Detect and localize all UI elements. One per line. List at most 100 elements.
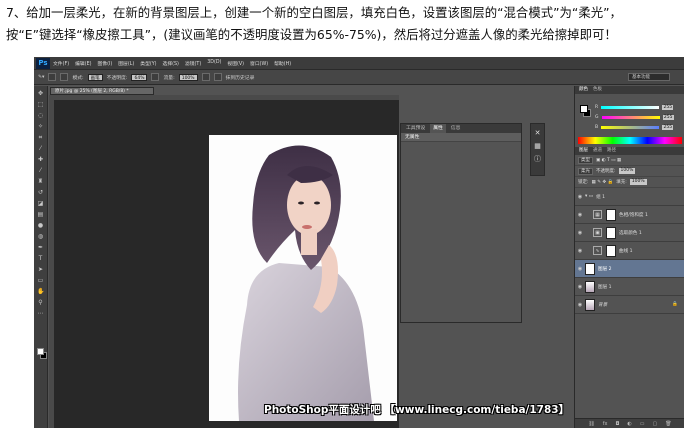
- layer-kind-filter[interactable]: 类型: [578, 156, 593, 164]
- healing-tool-icon[interactable]: ✚: [37, 156, 44, 163]
- menu-3d[interactable]: 3D(D): [207, 60, 221, 67]
- type-tool-icon[interactable]: T: [37, 255, 44, 262]
- red-value[interactable]: 255: [662, 104, 674, 110]
- menu-help[interactable]: 帮助(H): [274, 60, 291, 67]
- lock-icons[interactable]: ▦ ✎ ✥ 🔒: [592, 180, 614, 185]
- menu-select[interactable]: 选择(S): [163, 60, 179, 67]
- crop-tool-icon[interactable]: ⌗: [37, 134, 44, 141]
- visibility-eye-icon[interactable]: ◉: [575, 230, 585, 236]
- eraser-tool-icon[interactable]: ◪: [37, 200, 44, 207]
- eyedropper-tool-icon[interactable]: ⁄: [37, 145, 44, 152]
- layer-row-background[interactable]: ◉ 背景 🔒: [575, 296, 684, 314]
- blue-value[interactable]: 255: [662, 124, 674, 130]
- blue-slider[interactable]: [601, 125, 660, 129]
- tab-info[interactable]: 信息: [451, 124, 461, 133]
- info-panel-icon[interactable]: ⓘ: [534, 155, 542, 163]
- brush-panel-icon[interactable]: [60, 73, 69, 81]
- menu-type[interactable]: 类型(Y): [140, 60, 156, 67]
- layer-opacity-field[interactable]: 100%: [618, 168, 636, 174]
- history-brush-tool-icon[interactable]: ↺: [37, 189, 44, 196]
- right-panels: 颜色 色板 R 255 G 255 B 255 图层 通道 路径 类型 ▣ ◐ …: [574, 86, 684, 428]
- tab-properties[interactable]: 属性: [430, 124, 446, 133]
- menu-edit[interactable]: 编辑(E): [75, 60, 91, 67]
- flow-field[interactable]: 100%: [178, 73, 198, 81]
- tools-collapse-icon[interactable]: ✕: [534, 129, 542, 137]
- new-group-icon[interactable]: ▭: [640, 421, 645, 427]
- adjustment-layer-icon[interactable]: ◐: [627, 421, 631, 427]
- visibility-eye-icon[interactable]: ◉: [575, 284, 585, 290]
- pen-tool-icon[interactable]: ✒: [37, 244, 44, 251]
- visibility-eye-icon[interactable]: ◉: [575, 212, 585, 218]
- gradient-tool-icon[interactable]: ▤: [37, 211, 44, 218]
- layer-row-layer-2[interactable]: ◉ 图层 2: [575, 260, 684, 278]
- filter-icons[interactable]: ▣ ◐ T ▭ ▦: [596, 158, 621, 163]
- marquee-tool-icon[interactable]: ⬚: [37, 101, 44, 108]
- fill-field[interactable]: 100%: [629, 179, 647, 185]
- horizontal-ruler: [49, 95, 399, 100]
- brush-preset-button[interactable]: [48, 73, 57, 81]
- layer-row-selective-color[interactable]: ◉ ▣ 选取颜色 1: [575, 224, 684, 242]
- lasso-tool-icon[interactable]: ◌: [37, 112, 44, 119]
- color-spectrum[interactable]: [578, 137, 682, 144]
- red-slider[interactable]: [601, 105, 660, 109]
- move-tool-icon[interactable]: ✥: [37, 90, 44, 97]
- delete-layer-icon[interactable]: 🗑: [665, 421, 671, 427]
- foreground-color-swatch[interactable]: [37, 348, 44, 355]
- new-layer-icon[interactable]: ▢: [653, 421, 658, 427]
- clone-stamp-tool-icon[interactable]: ♜: [37, 178, 44, 185]
- layer-row-layer-1[interactable]: ◉ 图层 1: [575, 278, 684, 296]
- menu-filter[interactable]: 滤镜(T): [185, 60, 201, 67]
- workspace-select[interactable]: 基本功能: [628, 73, 670, 81]
- tab-paths[interactable]: 路径: [607, 147, 616, 155]
- layer-mask-thumb[interactable]: [606, 208, 616, 221]
- tool-more-icon[interactable]: ⋯: [37, 310, 44, 317]
- curves-icon: ∿: [593, 246, 602, 255]
- watermark-text: PhotoShop平面设计吧 【www.linecg.com/tieba/178…: [264, 404, 570, 416]
- color-panel-foreground-swatch[interactable]: [580, 105, 588, 113]
- visibility-eye-icon[interactable]: ◉: [575, 248, 585, 254]
- opacity-field[interactable]: 64%: [131, 73, 148, 81]
- document-tab[interactable]: 原片.jpg @ 25% (图层 2, RGB/8) *: [50, 87, 154, 95]
- visibility-eye-icon[interactable]: ◉: [575, 302, 585, 308]
- link-layers-icon[interactable]: ⛓: [588, 421, 594, 427]
- visibility-eye-icon[interactable]: ◉: [575, 266, 585, 272]
- quick-select-tool-icon[interactable]: ✧: [37, 123, 44, 130]
- layer-mask-thumb[interactable]: [606, 226, 616, 239]
- erase-history-checkbox[interactable]: [213, 73, 222, 81]
- tab-swatches[interactable]: 色板: [593, 86, 602, 94]
- layer-group-row[interactable]: ◉ ▾ ▭ 组 1: [575, 188, 684, 206]
- tab-tool-presets[interactable]: 工具预设: [406, 124, 425, 133]
- menu-window[interactable]: 窗口(W): [250, 60, 268, 67]
- properties-panel-icon[interactable]: ▦: [534, 142, 542, 150]
- zoom-tool-icon[interactable]: ⚲: [37, 299, 44, 306]
- menu-view[interactable]: 视图(V): [227, 60, 244, 67]
- add-mask-icon[interactable]: ◘: [615, 421, 619, 427]
- eraser-tool-preset-icon[interactable]: ✎▾: [38, 75, 44, 80]
- green-value[interactable]: 255: [662, 114, 674, 120]
- path-select-tool-icon[interactable]: ➤: [37, 266, 44, 273]
- layer-style-icon[interactable]: fx: [603, 421, 608, 427]
- caption-line-2: 按“E”键选择“橡皮擦工具”，(建议画笔的不透明度设置为65%-75%)，然后将…: [6, 27, 617, 42]
- tab-channels[interactable]: 通道: [593, 147, 602, 155]
- blur-tool-icon[interactable]: ●: [37, 222, 44, 229]
- layer-row-hue-saturation[interactable]: ◉ ▦ 色相/饱和度 1: [575, 206, 684, 224]
- hand-tool-icon[interactable]: ✋: [37, 288, 44, 295]
- dodge-tool-icon[interactable]: ◍: [37, 233, 44, 240]
- menu-file[interactable]: 文件(F): [53, 60, 69, 67]
- tab-color[interactable]: 颜色: [579, 86, 588, 94]
- layer-mask-thumb[interactable]: [606, 244, 616, 257]
- menu-layer[interactable]: 图层(L): [118, 60, 134, 67]
- shape-tool-icon[interactable]: ▭: [37, 277, 44, 284]
- pressure-opacity-icon[interactable]: [151, 73, 160, 81]
- tab-layers[interactable]: 图层: [579, 147, 588, 155]
- green-slider[interactable]: [601, 115, 660, 119]
- brush-tool-icon[interactable]: ⁄: [37, 167, 44, 174]
- visibility-eye-icon[interactable]: ◉: [575, 194, 585, 200]
- menu-image[interactable]: 图像(I): [97, 60, 112, 67]
- layer-row-curves[interactable]: ◉ ∿ 曲线 1: [575, 242, 684, 260]
- airbrush-icon[interactable]: [201, 73, 210, 81]
- blend-mode-select[interactable]: 柔光: [578, 167, 593, 175]
- mode-select[interactable]: 画笔: [87, 73, 103, 81]
- panel-icon-dock: ✕ ▦ ⓘ: [530, 123, 545, 176]
- document-canvas[interactable]: [209, 135, 397, 421]
